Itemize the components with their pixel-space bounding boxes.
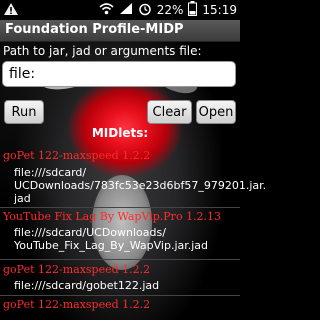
- path-input[interactable]: [2, 61, 236, 87]
- alarm-icon: [138, 2, 152, 19]
- midlet-path-line: UCDownloads/783fc53e23d6bf57_979201.jar.: [14, 179, 267, 192]
- list-item[interactable]: goPet 122-maxspeed 1.2.2 file:///sdcard/…: [0, 143, 266, 207]
- battery-icon: [188, 1, 198, 19]
- midlet-title: goPet 122-maxspeed 1.2.2: [3, 298, 151, 311]
- midlet-title: goPet 122-maxspeed 1.2.2: [3, 263, 151, 276]
- midlet-title: YouTube Fix Lag By WapVip.Pro 1.2.13: [3, 210, 222, 223]
- run-button[interactable]: Run: [4, 100, 44, 124]
- warning-icon: [3, 2, 19, 16]
- status-bar: 22% 15:19: [0, 0, 240, 20]
- midlet-path-line: file:///sdcard/gobet122.jad: [14, 279, 160, 292]
- midlet-path-line: file:///sdcard/UCDownloads/: [14, 226, 166, 239]
- path-label: Path to jar, jad or arguments file:: [3, 44, 202, 58]
- midlet-list[interactable]: goPet 122-maxspeed 1.2.2 file:///sdcard/…: [0, 143, 266, 320]
- battery-percent: 22%: [156, 3, 184, 17]
- midlet-path-line: jad: [14, 192, 31, 205]
- midlet-path-line: file:///sdcard/: [14, 166, 87, 179]
- midlet-path-line: YouTube_Fix_Lag_By_WapVip.jar.jad: [14, 239, 209, 252]
- wifi-icon: [99, 2, 114, 18]
- clear-button[interactable]: Clear: [147, 100, 192, 124]
- open-button[interactable]: Open: [196, 100, 236, 124]
- clock: 15:19: [202, 3, 237, 17]
- signal-icon: [119, 2, 133, 18]
- list-item[interactable]: goPet 122-maxspeed 1.2.2: [0, 296, 240, 320]
- list-item[interactable]: YouTube Fix Lag By WapVip.Pro 1.2.13 fil…: [0, 208, 240, 259]
- midlets-header: MIDlets:: [91, 126, 149, 140]
- midlet-title: goPet 122-maxspeed 1.2.2: [3, 149, 151, 162]
- list-item[interactable]: goPet 122-maxspeed 1.2.2 file:///sdcard/…: [0, 260, 240, 295]
- app-title: Foundation Profile-MIDP: [5, 22, 184, 37]
- title-bar: Foundation Profile-MIDP: [0, 20, 240, 42]
